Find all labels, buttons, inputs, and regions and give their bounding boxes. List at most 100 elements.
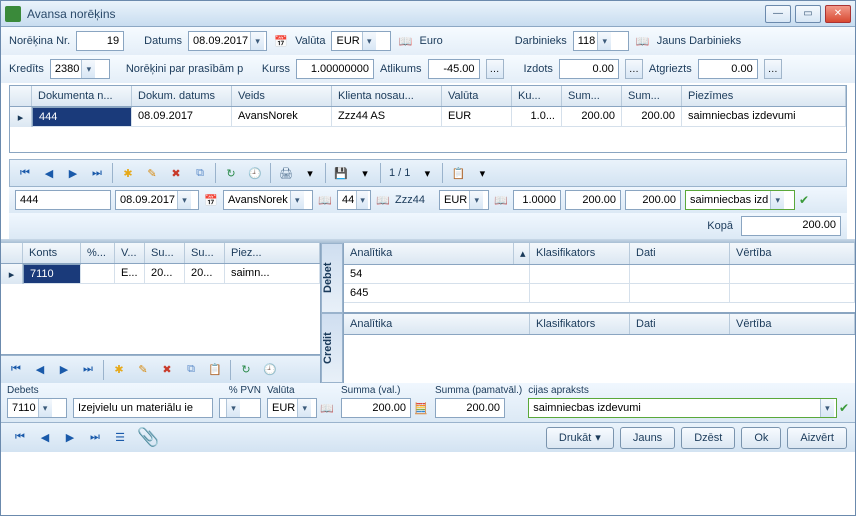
- nav-next-button[interactable]: ▶: [59, 427, 81, 449]
- ccol-3[interactable]: Vērtība: [730, 314, 855, 334]
- nav-last-button[interactable]: ⏭: [77, 359, 99, 381]
- col-sum2[interactable]: Sum...: [622, 86, 682, 106]
- edit-client-id[interactable]: 44▾: [337, 190, 371, 210]
- history-button[interactable]: 🕘: [244, 162, 266, 184]
- edit-button[interactable]: ✎: [132, 359, 154, 381]
- table-row[interactable]: ▸ 7110 E... 20... 20... saimn...: [1, 264, 320, 284]
- paste-button[interactable]: 📋: [204, 359, 226, 381]
- close-button[interactable]: ✕: [825, 5, 851, 23]
- book-icon[interactable]: 📖: [375, 191, 391, 209]
- sum-val-input[interactable]: [341, 398, 411, 418]
- settings-button[interactable]: 🕘: [259, 359, 281, 381]
- ccol-0[interactable]: Analītika: [344, 314, 530, 334]
- new-button[interactable]: Jauns: [620, 427, 675, 449]
- edit-button[interactable]: ✎: [141, 162, 163, 184]
- export-button[interactable]: 💾: [330, 162, 352, 184]
- employee-book-icon[interactable]: 📖: [635, 32, 651, 50]
- rate-input[interactable]: [296, 59, 374, 79]
- currency-book-icon[interactable]: 📖: [397, 32, 413, 50]
- col-currency[interactable]: Valūta: [442, 86, 512, 106]
- nav-prev-button[interactable]: ◀: [34, 427, 56, 449]
- issued-input[interactable]: [559, 59, 619, 79]
- op-desc-select[interactable]: saimniecbas izdevumi▾: [528, 398, 837, 418]
- ccol-2[interactable]: Dati: [630, 314, 730, 334]
- nav-next-button[interactable]: ▶: [62, 162, 84, 184]
- lcell-account[interactable]: 7110: [23, 264, 81, 284]
- col-doc-no[interactable]: Dokumenta n...: [32, 86, 132, 106]
- book-icon[interactable]: 📖: [317, 191, 333, 209]
- edit-date[interactable]: 08.09.2017▾: [115, 190, 199, 210]
- nav-prev-button[interactable]: ◀: [29, 359, 51, 381]
- confirm-icon[interactable]: ✔: [839, 401, 849, 415]
- filter-button[interactable]: 📋: [447, 162, 469, 184]
- nav-first-button[interactable]: ⏮: [14, 162, 36, 184]
- book-icon[interactable]: 📖: [319, 399, 335, 417]
- print-button[interactable]: 🖨: [275, 162, 297, 184]
- cell-doc-no[interactable]: 444: [32, 107, 132, 127]
- close-button[interactable]: Aizvērt: [787, 427, 847, 449]
- delete-button[interactable]: ✖: [165, 162, 187, 184]
- lcol-s1[interactable]: Su...: [145, 243, 185, 263]
- chevron-down-icon[interactable]: ▾: [356, 191, 368, 209]
- chevron-down-icon[interactable]: ▾: [297, 399, 311, 417]
- export-dropdown[interactable]: ▾: [354, 162, 376, 184]
- nav-last-button[interactable]: ⏭: [86, 162, 108, 184]
- col-rate[interactable]: Ku...: [512, 86, 562, 106]
- print-button[interactable]: Drukāt▾: [546, 427, 614, 449]
- credit-dropdown-icon[interactable]: ▾: [81, 60, 95, 78]
- refresh-button[interactable]: ↻: [220, 162, 242, 184]
- col-client[interactable]: Klienta nosau...: [332, 86, 442, 106]
- balance-input[interactable]: [428, 59, 480, 79]
- minimize-button[interactable]: —: [765, 5, 791, 23]
- add-button[interactable]: ✱: [117, 162, 139, 184]
- table-row[interactable]: 645: [344, 284, 855, 303]
- currency-select[interactable]: EUR ▾: [331, 31, 391, 51]
- maximize-button[interactable]: ▭: [795, 5, 821, 23]
- issued-more-button[interactable]: …: [625, 59, 643, 79]
- edit-sum2[interactable]: [625, 190, 681, 210]
- refresh-button[interactable]: ↻: [235, 359, 257, 381]
- list-button[interactable]: ☰: [109, 427, 131, 449]
- copy-button[interactable]: ⧉: [189, 162, 211, 184]
- sum-base-input[interactable]: [435, 398, 505, 418]
- credit-select[interactable]: 2380 ▾: [50, 59, 110, 79]
- date-dropdown-icon[interactable]: ▾: [250, 32, 264, 50]
- table-row[interactable]: 54: [344, 265, 855, 284]
- employee-dropdown-icon[interactable]: ▾: [597, 32, 611, 50]
- col-type[interactable]: Veids: [232, 86, 332, 106]
- col-sum1[interactable]: Sum...: [562, 86, 622, 106]
- copy-button[interactable]: ⧉: [180, 359, 202, 381]
- chevron-down-icon[interactable]: ▾: [820, 399, 834, 417]
- dcol-1[interactable]: Klasifikators: [530, 243, 630, 264]
- edit-type[interactable]: AvansNorek▾: [223, 190, 313, 210]
- book-icon[interactable]: 📖: [493, 191, 509, 209]
- lcol-s2[interactable]: Su...: [185, 243, 225, 263]
- returned-more-button[interactable]: …: [764, 59, 782, 79]
- lcol-notes[interactable]: Piez...: [225, 243, 320, 263]
- chevron-down-icon[interactable]: ▾: [290, 191, 304, 209]
- nav-first-button[interactable]: ⏮: [9, 427, 31, 449]
- dcol-0[interactable]: Analītika: [344, 243, 514, 264]
- edit-notes[interactable]: saimniecbas izd▾: [685, 190, 795, 210]
- returned-input[interactable]: [698, 59, 758, 79]
- edit-rate[interactable]: [513, 190, 561, 210]
- col-doc-date[interactable]: Dokum. datums: [132, 86, 232, 106]
- lcol-account[interactable]: Konts: [23, 243, 81, 263]
- chevron-down-icon[interactable]: ▾: [177, 191, 191, 209]
- calendar-icon[interactable]: 📅: [273, 32, 289, 50]
- ccol-1[interactable]: Klasifikators: [530, 314, 630, 334]
- balance-more-button[interactable]: …: [486, 59, 504, 79]
- dcol-2[interactable]: Dati: [630, 243, 730, 264]
- edit-currency[interactable]: EUR▾: [439, 190, 489, 210]
- confirm-icon[interactable]: ✔: [799, 193, 809, 207]
- chevron-down-icon[interactable]: ▾: [38, 399, 52, 417]
- chevron-down-icon[interactable]: ▾: [226, 399, 240, 417]
- date-select[interactable]: 08.09.2017 ▾: [188, 31, 267, 51]
- table-row[interactable]: ▸ 444 08.09.2017 AvansNorek Zzz44 AS EUR…: [10, 107, 846, 127]
- bcurrency-select[interactable]: EUR▾: [267, 398, 317, 418]
- calc-icon[interactable]: 🧮: [413, 399, 429, 417]
- add-button[interactable]: ✱: [108, 359, 130, 381]
- lcol-pct[interactable]: %...: [81, 243, 115, 263]
- print-dropdown[interactable]: ▾: [299, 162, 321, 184]
- ok-button[interactable]: Ok: [741, 427, 781, 449]
